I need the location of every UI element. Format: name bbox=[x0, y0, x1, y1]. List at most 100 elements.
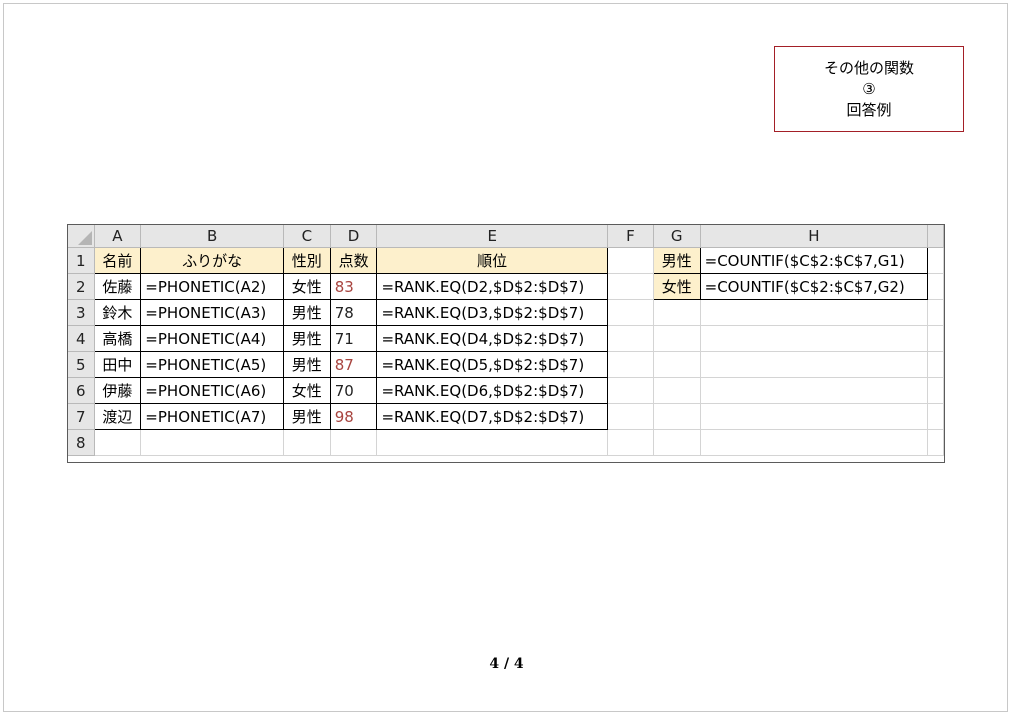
cell-f1[interactable] bbox=[606, 247, 654, 274]
row-header-6[interactable]: 6 bbox=[68, 377, 95, 404]
cell-i2[interactable] bbox=[927, 273, 944, 300]
column-header-row: A B C D E F G H bbox=[68, 225, 944, 248]
row-header-8[interactable]: 8 bbox=[68, 429, 95, 456]
cell-d7[interactable]: 98 bbox=[329, 403, 378, 430]
sheet-row-2: 2 佐藤 =PHONETIC(A2) 女性 83 =RANK.EQ(D2,$D$… bbox=[68, 273, 944, 300]
cell-i5[interactable] bbox=[927, 351, 944, 378]
spreadsheet-grid: A B C D E F G H 1 名前 ふりがな 性別 点数 順位 男性 =C… bbox=[68, 225, 944, 456]
cell-e6[interactable]: =RANK.EQ(D6,$D$2:$D$7) bbox=[376, 377, 608, 404]
cell-b5[interactable]: =PHONETIC(A5) bbox=[140, 351, 284, 378]
row-header-3[interactable]: 3 bbox=[68, 299, 95, 326]
cell-b4[interactable]: =PHONETIC(A4) bbox=[140, 325, 284, 352]
cell-h1[interactable]: =COUNTIF($C$2:$C$7,G1) bbox=[699, 247, 929, 274]
cell-i3[interactable] bbox=[927, 299, 944, 326]
cell-e5[interactable]: =RANK.EQ(D5,$D$2:$D$7) bbox=[376, 351, 608, 378]
cell-i8[interactable] bbox=[927, 429, 944, 456]
cell-g6[interactable] bbox=[652, 377, 701, 404]
cell-h8[interactable] bbox=[699, 429, 929, 456]
cell-d3[interactable]: 78 bbox=[329, 299, 378, 326]
cell-f5[interactable] bbox=[606, 351, 654, 378]
cell-d2[interactable]: 83 bbox=[329, 273, 378, 300]
cell-f8[interactable] bbox=[606, 429, 654, 456]
cell-c1[interactable]: 性別 bbox=[282, 247, 331, 274]
row-header-4[interactable]: 4 bbox=[68, 325, 95, 352]
cell-c6[interactable]: 女性 bbox=[282, 377, 331, 404]
cell-c4[interactable]: 男性 bbox=[282, 325, 331, 352]
cell-c7[interactable]: 男性 bbox=[282, 403, 331, 430]
cell-g7[interactable] bbox=[652, 403, 701, 430]
column-header-f[interactable]: F bbox=[606, 225, 654, 248]
cell-g5[interactable] bbox=[652, 351, 701, 378]
cell-h2[interactable]: =COUNTIF($C$2:$C$7,G2) bbox=[699, 273, 929, 300]
cell-c5[interactable]: 男性 bbox=[282, 351, 331, 378]
cell-d5[interactable]: 87 bbox=[329, 351, 378, 378]
sheet-row-4: 4 高橋 =PHONETIC(A4) 男性 71 =RANK.EQ(D4,$D$… bbox=[68, 325, 944, 352]
cell-e7[interactable]: =RANK.EQ(D7,$D$2:$D$7) bbox=[376, 403, 608, 430]
column-header-g[interactable]: G bbox=[652, 225, 701, 248]
cell-f6[interactable] bbox=[606, 377, 654, 404]
cell-h6[interactable] bbox=[699, 377, 929, 404]
sheet-row-5: 5 田中 =PHONETIC(A5) 男性 87 =RANK.EQ(D5,$D$… bbox=[68, 351, 944, 378]
cell-f2[interactable] bbox=[606, 273, 654, 300]
cell-b6[interactable]: =PHONETIC(A6) bbox=[140, 377, 284, 404]
row-header-1[interactable]: 1 bbox=[68, 247, 95, 274]
cell-i4[interactable] bbox=[927, 325, 944, 352]
title-line-2: ③ bbox=[862, 79, 876, 98]
cell-d6[interactable]: 70 bbox=[329, 377, 378, 404]
row-header-7[interactable]: 7 bbox=[68, 403, 95, 430]
cell-d1[interactable]: 点数 bbox=[329, 247, 378, 274]
cell-b3[interactable]: =PHONETIC(A3) bbox=[140, 299, 284, 326]
cell-b2[interactable]: =PHONETIC(A2) bbox=[140, 273, 284, 300]
column-header-c[interactable]: C bbox=[282, 225, 331, 248]
cell-a4[interactable]: 高橋 bbox=[93, 325, 142, 352]
cell-a8[interactable] bbox=[93, 429, 142, 456]
cell-g8[interactable] bbox=[652, 429, 701, 456]
cell-e3[interactable]: =RANK.EQ(D3,$D$2:$D$7) bbox=[376, 299, 608, 326]
cell-h7[interactable] bbox=[699, 403, 929, 430]
cell-g4[interactable] bbox=[652, 325, 701, 352]
column-header-b[interactable]: B bbox=[140, 225, 284, 248]
cell-f4[interactable] bbox=[606, 325, 654, 352]
cell-a2[interactable]: 佐藤 bbox=[93, 273, 142, 300]
cell-a5[interactable]: 田中 bbox=[93, 351, 142, 378]
column-header-a[interactable]: A bbox=[93, 225, 142, 248]
cell-e4[interactable]: =RANK.EQ(D4,$D$2:$D$7) bbox=[376, 325, 608, 352]
cell-g2[interactable]: 女性 bbox=[652, 273, 701, 300]
cell-b1[interactable]: ふりがな bbox=[140, 247, 284, 274]
cell-c2[interactable]: 女性 bbox=[282, 273, 331, 300]
cell-a1[interactable]: 名前 bbox=[93, 247, 142, 274]
cell-e2[interactable]: =RANK.EQ(D2,$D$2:$D$7) bbox=[376, 273, 608, 300]
column-header-next[interactable] bbox=[927, 225, 944, 248]
cell-g1[interactable]: 男性 bbox=[652, 247, 701, 274]
cell-c3[interactable]: 男性 bbox=[282, 299, 331, 326]
cell-b8[interactable] bbox=[140, 429, 284, 456]
cell-a7[interactable]: 渡辺 bbox=[93, 403, 142, 430]
column-header-h[interactable]: H bbox=[699, 225, 929, 248]
cell-c8[interactable] bbox=[282, 429, 331, 456]
title-line-3: 回答例 bbox=[846, 100, 892, 119]
cell-e1[interactable]: 順位 bbox=[376, 247, 608, 274]
cell-f3[interactable] bbox=[606, 299, 654, 326]
cell-h4[interactable] bbox=[699, 325, 929, 352]
select-all-corner[interactable] bbox=[68, 225, 95, 248]
cell-a3[interactable]: 鈴木 bbox=[93, 299, 142, 326]
cell-g3[interactable] bbox=[652, 299, 701, 326]
cell-d4[interactable]: 71 bbox=[329, 325, 378, 352]
cell-e8[interactable] bbox=[376, 429, 608, 456]
select-all-triangle-icon bbox=[77, 231, 92, 245]
cell-a6[interactable]: 伊藤 bbox=[93, 377, 142, 404]
sheet-row-7: 7 渡辺 =PHONETIC(A7) 男性 98 =RANK.EQ(D7,$D$… bbox=[68, 403, 944, 430]
cell-i6[interactable] bbox=[927, 377, 944, 404]
cell-f7[interactable] bbox=[606, 403, 654, 430]
cell-b7[interactable]: =PHONETIC(A7) bbox=[140, 403, 284, 430]
cell-i1[interactable] bbox=[927, 247, 944, 274]
row-header-5[interactable]: 5 bbox=[68, 351, 95, 378]
column-header-d[interactable]: D bbox=[329, 225, 378, 248]
cell-h3[interactable] bbox=[699, 299, 929, 326]
row-header-2[interactable]: 2 bbox=[68, 273, 95, 300]
cell-i7[interactable] bbox=[927, 403, 944, 430]
sheet-row-6: 6 伊藤 =PHONETIC(A6) 女性 70 =RANK.EQ(D6,$D$… bbox=[68, 377, 944, 404]
column-header-e[interactable]: E bbox=[376, 225, 608, 248]
cell-h5[interactable] bbox=[699, 351, 929, 378]
cell-d8[interactable] bbox=[329, 429, 378, 456]
